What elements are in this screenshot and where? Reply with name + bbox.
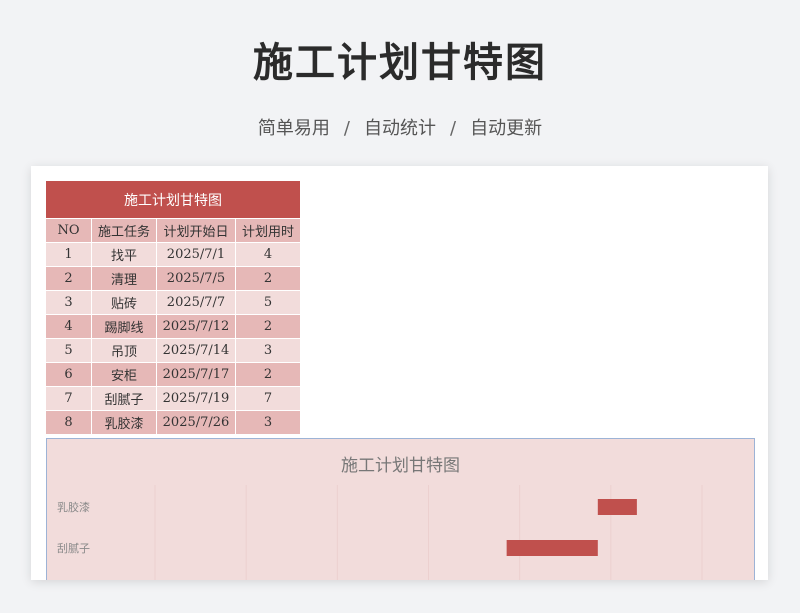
- cell-start-date[interactable]: 2025/7/7: [156, 290, 236, 315]
- page-subtitle: 简单易用 / 自动统计 / 自动更新: [0, 114, 800, 140]
- header-task: 施工任务: [91, 218, 157, 243]
- table-row[interactable]: 2 清理 2025/7/5 2: [45, 266, 301, 291]
- category-label: 乳胶漆: [57, 500, 90, 514]
- cell-duration[interactable]: 3: [235, 410, 301, 435]
- gantt-bar[interactable]: [597, 499, 637, 515]
- cell-duration[interactable]: 5: [235, 290, 301, 315]
- cell-duration[interactable]: 7: [235, 386, 301, 411]
- gantt-chart[interactable]: 施工计划甘特图 乳胶漆 刮腻子: [46, 438, 755, 580]
- cell-task[interactable]: 踢脚线: [91, 314, 157, 339]
- cell-duration[interactable]: 2: [235, 362, 301, 387]
- spreadsheet-card: 施工计划甘特图 NO 施工任务 计划开始日 计划用时 1 找平 2025/7/1…: [31, 166, 768, 580]
- cell-start-date[interactable]: 2025/7/19: [156, 386, 236, 411]
- cell-start-date[interactable]: 2025/7/26: [156, 410, 236, 435]
- cell-duration[interactable]: 4: [235, 242, 301, 267]
- cell-task[interactable]: 安柜: [91, 362, 157, 387]
- gantt-bar[interactable]: [506, 540, 598, 556]
- cell-task[interactable]: 吊顶: [91, 338, 157, 363]
- subtitle-item-update: 自动更新: [470, 118, 543, 139]
- table-row[interactable]: 8 乳胶漆 2025/7/26 3: [45, 410, 301, 435]
- cell-start-date[interactable]: 2025/7/14: [156, 338, 236, 363]
- subtitle-item-stats: 自动统计: [364, 118, 436, 139]
- cell-duration[interactable]: 3: [235, 338, 301, 363]
- cell-no[interactable]: 4: [45, 314, 92, 339]
- table-title: 施工计划甘特图: [45, 180, 301, 219]
- cell-no[interactable]: 3: [45, 290, 92, 315]
- cell-task[interactable]: 乳胶漆: [91, 410, 157, 435]
- cell-start-date[interactable]: 2025/7/1: [156, 242, 236, 267]
- table-row[interactable]: 7 刮腻子 2025/7/19 7: [45, 386, 301, 411]
- cell-no[interactable]: 5: [45, 338, 92, 363]
- cell-task[interactable]: 刮腻子: [91, 386, 157, 411]
- cell-no[interactable]: 6: [45, 362, 92, 387]
- table-row[interactable]: 6 安柜 2025/7/17 2: [45, 362, 301, 387]
- table-row[interactable]: 1 找平 2025/7/1 4: [45, 242, 301, 267]
- cell-start-date[interactable]: 2025/7/17: [156, 362, 236, 387]
- cell-no[interactable]: 8: [45, 410, 92, 435]
- cell-task[interactable]: 找平: [91, 242, 157, 267]
- table-row[interactable]: 4 踢脚线 2025/7/12 2: [45, 314, 301, 339]
- subtitle-separator: /: [343, 118, 350, 139]
- table-header-row: NO 施工任务 计划开始日 计划用时: [45, 218, 301, 243]
- table-row[interactable]: 3 贴砖 2025/7/7 5: [45, 290, 301, 315]
- cell-no[interactable]: 7: [45, 386, 92, 411]
- task-table: 施工计划甘特图 NO 施工任务 计划开始日 计划用时 1 找平 2025/7/1…: [45, 180, 301, 435]
- header-duration: 计划用时: [235, 218, 301, 243]
- cell-duration[interactable]: 2: [235, 314, 301, 339]
- subtitle-separator: /: [450, 118, 457, 139]
- cell-duration[interactable]: 2: [235, 266, 301, 291]
- category-label: 刮腻子: [57, 541, 90, 555]
- cell-no[interactable]: 1: [45, 242, 92, 267]
- cell-task[interactable]: 清理: [91, 266, 157, 291]
- gantt-plot: 乳胶漆刮腻子: [57, 485, 703, 580]
- cell-start-date[interactable]: 2025/7/12: [156, 314, 236, 339]
- header-no: NO: [45, 218, 92, 243]
- subtitle-item-easy: 简单易用: [257, 118, 330, 139]
- cell-start-date[interactable]: 2025/7/5: [156, 266, 236, 291]
- table-row[interactable]: 5 吊顶 2025/7/14 3: [45, 338, 301, 363]
- page-title: 施工计划甘特图: [253, 40, 547, 86]
- cell-task[interactable]: 贴砖: [91, 290, 157, 315]
- cell-no[interactable]: 2: [45, 266, 92, 291]
- header-start-date: 计划开始日: [156, 218, 236, 243]
